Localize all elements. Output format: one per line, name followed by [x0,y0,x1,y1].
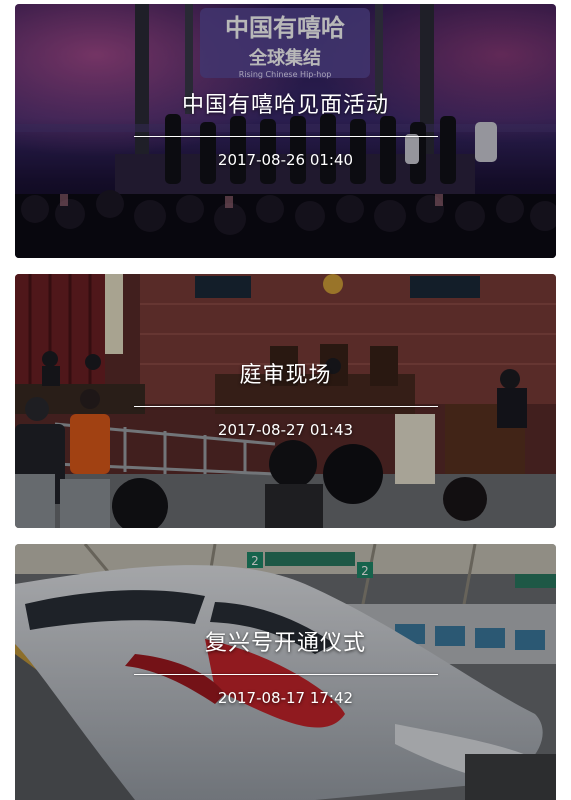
card-date: 2017-08-27 01:43 [217,421,354,439]
card-title: 中国有嘻哈见面活动 [181,93,389,118]
title-divider [133,136,438,137]
card-caption: 中国有嘻哈见面活动 2017-08-26 01:40 [15,92,556,169]
card-date: 2017-08-26 01:40 [217,151,354,169]
news-feed: 中国有嘻哈 全球集结 Rising Chinese Hip-hop 中国有嘻哈见… [0,0,571,800]
card-title: 庭审现场 [239,363,332,388]
card-date: 2017-08-17 17:42 [217,689,354,707]
title-divider [133,674,438,675]
news-card[interactable]: 中国有嘻哈 全球集结 Rising Chinese Hip-hop 中国有嘻哈见… [15,4,556,258]
news-card[interactable]: 2 2 复兴号开通仪式 2017-08-17 17:42 [15,544,556,800]
card-title: 复兴号开通仪式 [204,631,366,656]
card-caption: 庭审现场 2017-08-27 01:43 [15,362,556,439]
title-divider [133,406,438,407]
card-caption: 复兴号开通仪式 2017-08-17 17:42 [15,630,556,707]
news-card[interactable]: 庭审现场 2017-08-27 01:43 [15,274,556,528]
